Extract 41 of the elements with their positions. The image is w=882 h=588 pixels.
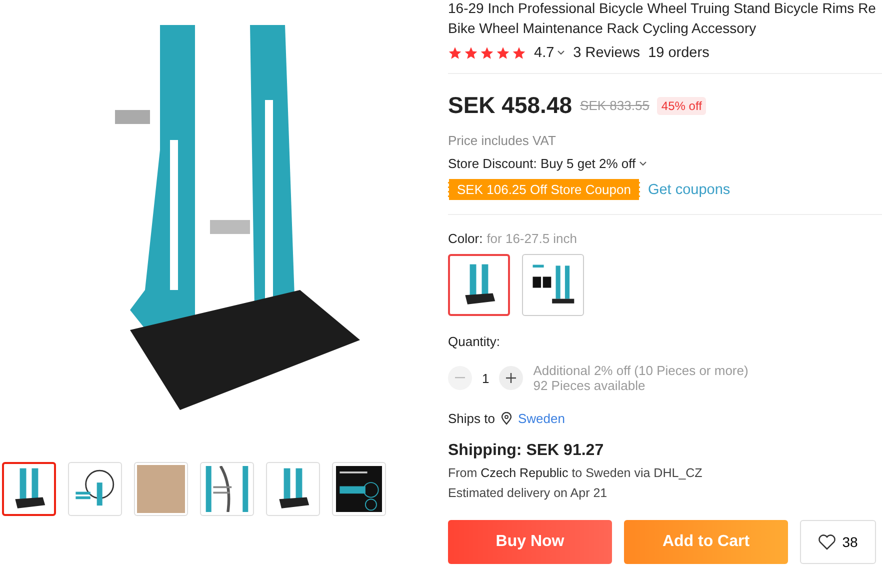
product-title: 16-29 Inch Professional Bicycle Wheel Truing Stand Bicycle Rims Re xyxy=(448,0,877,18)
orders-count: 19 orders xyxy=(648,45,710,61)
star-icon xyxy=(464,46,478,60)
shipping-cost: Shipping: SEK 91.27 xyxy=(448,442,605,460)
color-option[interactable] xyxy=(522,254,584,316)
product-title: Bike Wheel Maintenance Rack Cycling Accessory xyxy=(448,19,758,38)
photo-placeholder xyxy=(137,465,185,513)
heart-icon xyxy=(818,534,836,550)
star-icon xyxy=(480,46,494,60)
color-value: for 16-27.5 inch xyxy=(486,231,578,246)
star-icon xyxy=(512,46,526,60)
chevron-down-icon[interactable] xyxy=(557,50,566,56)
estimated-delivery: Estimated delivery on Apr 21 xyxy=(448,486,608,500)
original-price: SEK 833.55 xyxy=(580,98,650,113)
star-icon xyxy=(448,46,462,60)
rating-value[interactable]: 4.7 xyxy=(534,45,554,61)
location-pin-icon xyxy=(500,412,512,425)
color-option[interactable] xyxy=(448,254,510,316)
vat-note: Price includes VAT xyxy=(448,133,557,148)
quantity-note: Additional 2% off (10 Pieces or more) xyxy=(533,363,748,378)
minus-icon xyxy=(455,377,465,379)
reviews-link[interactable]: 3 Reviews xyxy=(573,45,640,61)
store-discount[interactable]: Store Discount: Buy 5 get 2% off xyxy=(448,156,636,171)
increase-button[interactable] xyxy=(499,366,524,390)
store-coupon: SEK 106.25 Off Store Coupon xyxy=(448,179,640,200)
wishlist-button[interactable]: 38 xyxy=(800,520,876,564)
plus-icon xyxy=(506,373,516,383)
current-price: SEK 458.48 xyxy=(448,92,572,119)
image-thumbnail[interactable] xyxy=(2,462,56,516)
stand-detail-drawing xyxy=(204,466,250,512)
discount-tag: 45% off xyxy=(657,96,706,114)
quantity-label: Quantity: xyxy=(448,334,502,349)
quantity-note: 92 Pieces available xyxy=(533,378,646,393)
chevron-down-icon[interactable] xyxy=(638,160,647,166)
star-icon xyxy=(496,46,510,60)
quantity-value[interactable]: 1 xyxy=(482,370,490,386)
ships-to-label: Ships to xyxy=(448,411,495,426)
country-link[interactable]: Sweden xyxy=(518,411,565,426)
shipping-route: From Czech Republic to Sweden via DHL_CZ xyxy=(448,466,704,480)
dark-infographic-drawing xyxy=(336,466,382,512)
color-label: Color: xyxy=(448,231,483,246)
